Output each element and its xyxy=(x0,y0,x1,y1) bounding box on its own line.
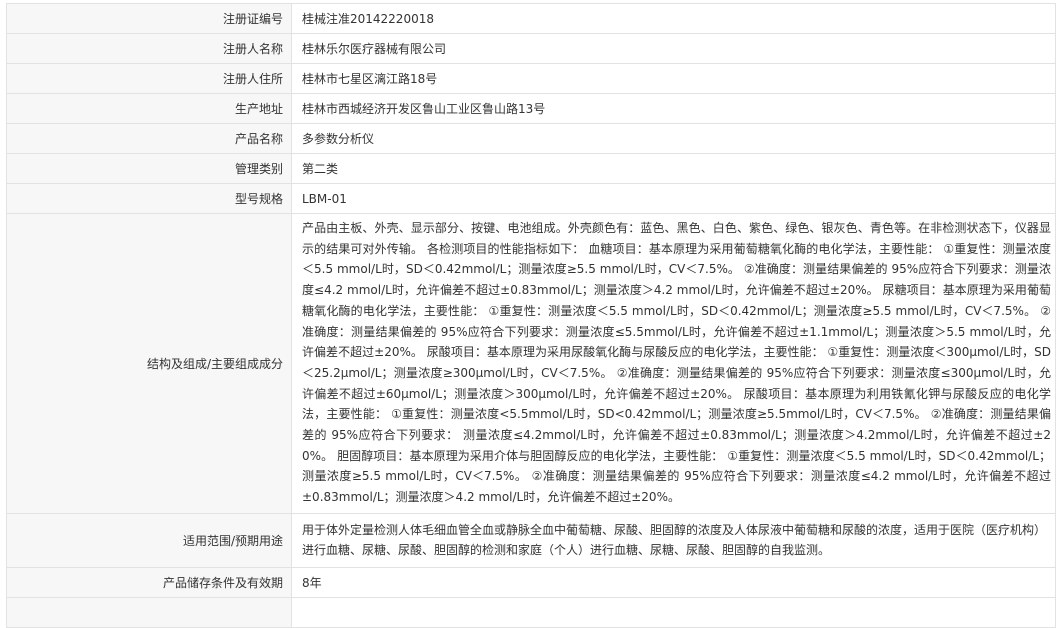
table-row-registration-number: 注册证编号 桂械注准20142220018 xyxy=(6,3,1056,34)
row-label: 产品名称 xyxy=(6,123,292,154)
product-registration-table: 注册证编号 桂械注准20142220018 注册人名称 桂林乐尔医疗器械有限公司… xyxy=(6,3,1056,628)
table-row-intended-use: 适用范围/预期用途 用于体外定量检测人体毛细血管全血或静脉全血中葡萄糖、尿酸、胆… xyxy=(6,512,1056,568)
table-row-production-address: 生产地址 桂林市西城经济开发区鲁山工业区鲁山路13号 xyxy=(6,93,1056,124)
row-label: 适用范围/预期用途 xyxy=(6,512,292,568)
table-row-registrant-address: 注册人住所 桂林市七星区漓江路18号 xyxy=(6,63,1056,94)
row-label: 结构及组成/主要组成成分 xyxy=(6,213,292,514)
table-row-model-spec: 型号规格 LBM-01 xyxy=(6,183,1056,214)
product-name-value: 多参数分析仪 xyxy=(291,123,1056,154)
row-label: 管理类别 xyxy=(6,153,292,184)
table-row-structure-composition: 结构及组成/主要组成成分 产品由主板、外壳、显示部分、按键、电池组成。外壳颜色有… xyxy=(6,213,1056,514)
table-row-registrant-name: 注册人名称 桂林乐尔医疗器械有限公司 xyxy=(6,33,1056,64)
registration-number-value: 桂械注准20142220018 xyxy=(291,3,1056,34)
structure-composition-value: 产品由主板、外壳、显示部分、按键、电池组成。外壳颜色有：蓝色、黑色、白色、紫色、… xyxy=(291,213,1056,514)
registrant-name-value: 桂林乐尔医疗器械有限公司 xyxy=(291,33,1056,64)
row-label: 生产地址 xyxy=(6,93,292,124)
row-label: 产品储存条件及有效期 xyxy=(6,566,292,598)
row-label: 注册人名称 xyxy=(6,33,292,64)
table-row-product-name: 产品名称 多参数分析仪 xyxy=(6,123,1056,154)
row-label: 型号规格 xyxy=(6,183,292,214)
table-row-management-category: 管理类别 第二类 xyxy=(6,153,1056,184)
table-row-storage-validity: 产品储存条件及有效期 8年 xyxy=(6,566,1056,598)
empty-value xyxy=(291,596,1056,628)
management-category-value: 第二类 xyxy=(291,153,1056,184)
registrant-address-value: 桂林市七星区漓江路18号 xyxy=(291,63,1056,94)
table-row-empty xyxy=(6,596,1056,628)
storage-validity-value: 8年 xyxy=(291,566,1056,598)
production-address-value: 桂林市西城经济开发区鲁山工业区鲁山路13号 xyxy=(291,93,1056,124)
intended-use-value: 用于体外定量检测人体毛细血管全血或静脉全血中葡萄糖、尿酸、胆固醇的浓度及人体尿液… xyxy=(291,512,1056,568)
model-spec-value: LBM-01 xyxy=(291,183,1056,214)
row-label: 注册证编号 xyxy=(6,3,292,34)
row-label: 注册人住所 xyxy=(6,63,292,94)
row-label xyxy=(6,596,292,628)
